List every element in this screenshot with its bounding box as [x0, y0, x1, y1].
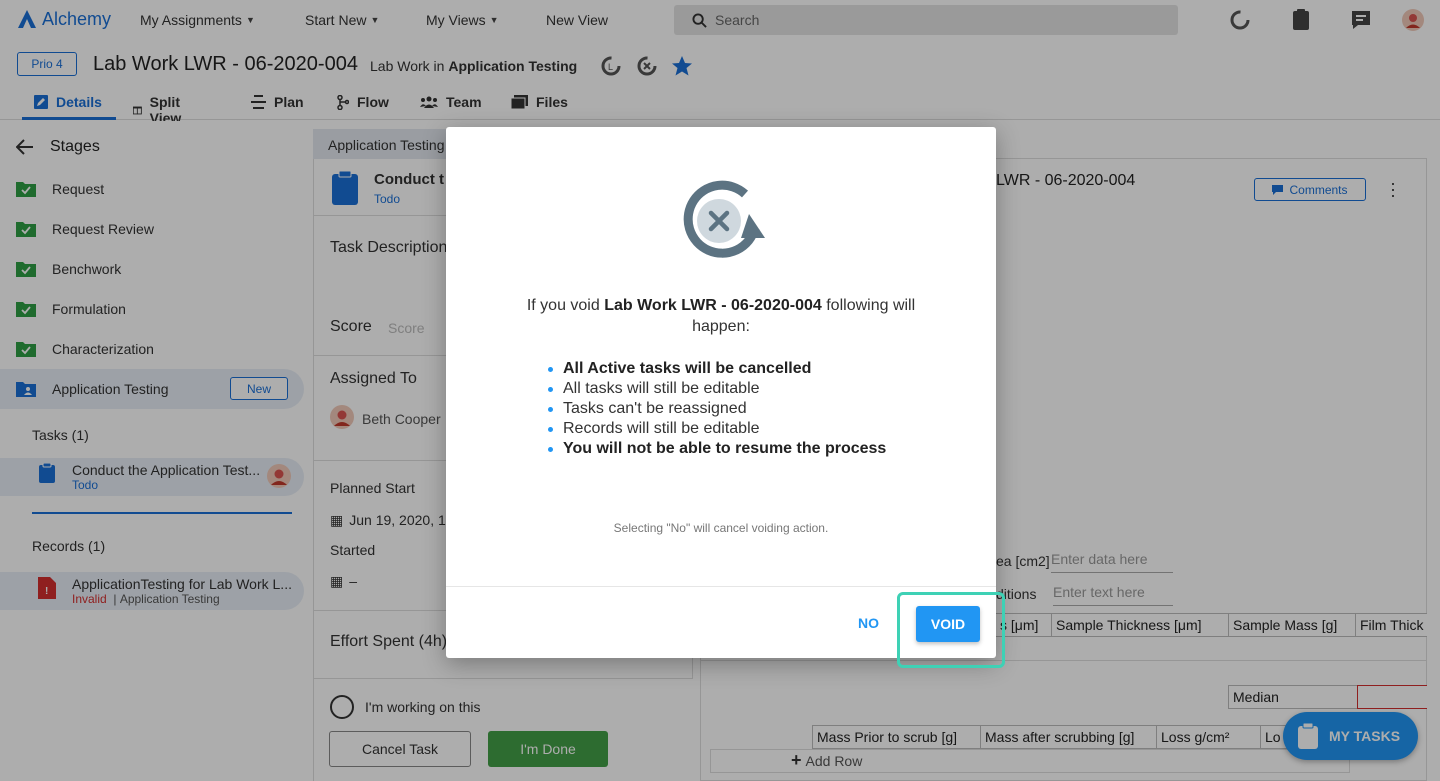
list-item: Records will still be editable — [548, 419, 886, 439]
consequence-text: All Active tasks will be cancelled — [563, 360, 812, 377]
list-item: All Active tasks will be cancelled — [548, 359, 886, 379]
bullet-icon — [548, 406, 553, 412]
void-process-icon — [683, 180, 765, 258]
void-message: If you void Lab Work LWR - 06-2020-004 f… — [518, 295, 924, 337]
void-note: Selecting "No" will cancel voiding actio… — [613, 521, 829, 535]
list-item: You will not be able to resume the proce… — [548, 439, 886, 459]
bullet-icon — [548, 386, 553, 392]
list-item: All tasks will still be editable — [548, 379, 886, 399]
void-button-highlight — [897, 592, 1005, 668]
message-record: Lab Work LWR - 06-2020-004 — [604, 297, 822, 314]
bullet-icon — [548, 366, 553, 372]
consequence-list: All Active tasks will be cancelled All t… — [548, 359, 886, 459]
message-prefix: If you void — [526, 297, 600, 314]
no-button[interactable]: NO — [858, 615, 879, 631]
consequence-text: Records will still be editable — [563, 420, 760, 437]
consequence-text: All tasks will still be editable — [563, 380, 760, 397]
consequence-text: Tasks can't be reassigned — [563, 400, 747, 417]
bullet-icon — [548, 426, 553, 432]
void-confirm-dialog: If you void Lab Work LWR - 06-2020-004 f… — [446, 127, 996, 658]
consequence-text: You will not be able to resume the proce… — [563, 440, 887, 457]
dialog-divider — [446, 586, 996, 587]
bullet-icon — [548, 446, 553, 452]
list-item: Tasks can't be reassigned — [548, 399, 886, 419]
